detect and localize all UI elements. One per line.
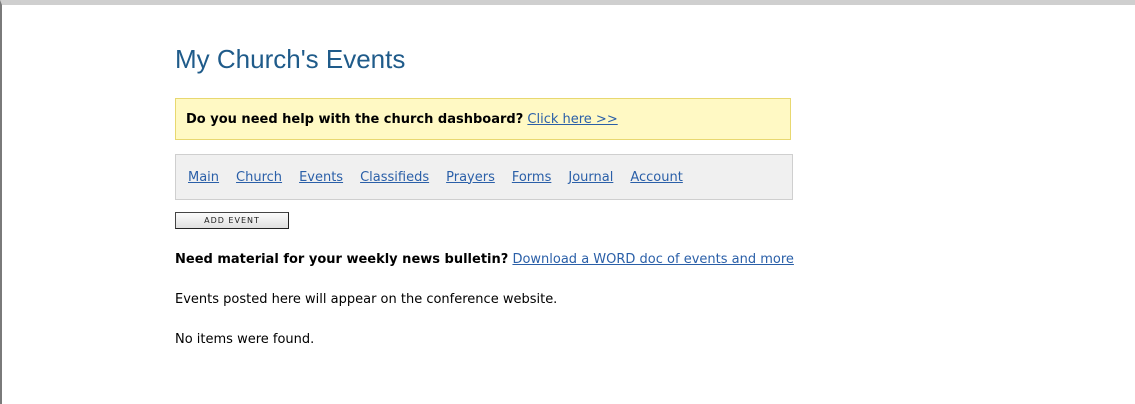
dashboard-nav: Main Church Events Classifieds Prayers F… [175,154,793,200]
empty-state-message: No items were found. [175,332,315,347]
window-frame: My Church's Events Do you need help with… [0,0,1135,404]
nav-item-church[interactable]: Church [236,170,282,185]
bulletin-text: Need material for your weekly news bulle… [175,251,795,269]
bulletin-question: Need material for your weekly news bulle… [175,252,509,267]
help-link[interactable]: Click here >> [527,112,617,127]
download-word-doc-link[interactable]: Download a WORD doc of events and more [512,252,793,267]
nav-item-account[interactable]: Account [630,170,683,185]
help-banner: Do you need help with the church dashboa… [175,98,791,140]
main-content: My Church's Events Do you need help with… [175,43,795,349]
add-event-button[interactable]: ADD EVENT [175,212,289,229]
page-title: My Church's Events [175,44,406,74]
nav-item-events[interactable]: Events [299,170,343,185]
nav-item-main[interactable]: Main [188,170,219,185]
conference-note: Events posted here will appear on the co… [175,292,558,307]
nav-item-prayers[interactable]: Prayers [446,170,495,185]
nav-item-classifieds[interactable]: Classifieds [360,170,429,185]
help-question: Do you need help with the church dashboa… [186,111,524,127]
nav-item-journal[interactable]: Journal [568,170,613,185]
nav-item-forms[interactable]: Forms [512,170,552,185]
